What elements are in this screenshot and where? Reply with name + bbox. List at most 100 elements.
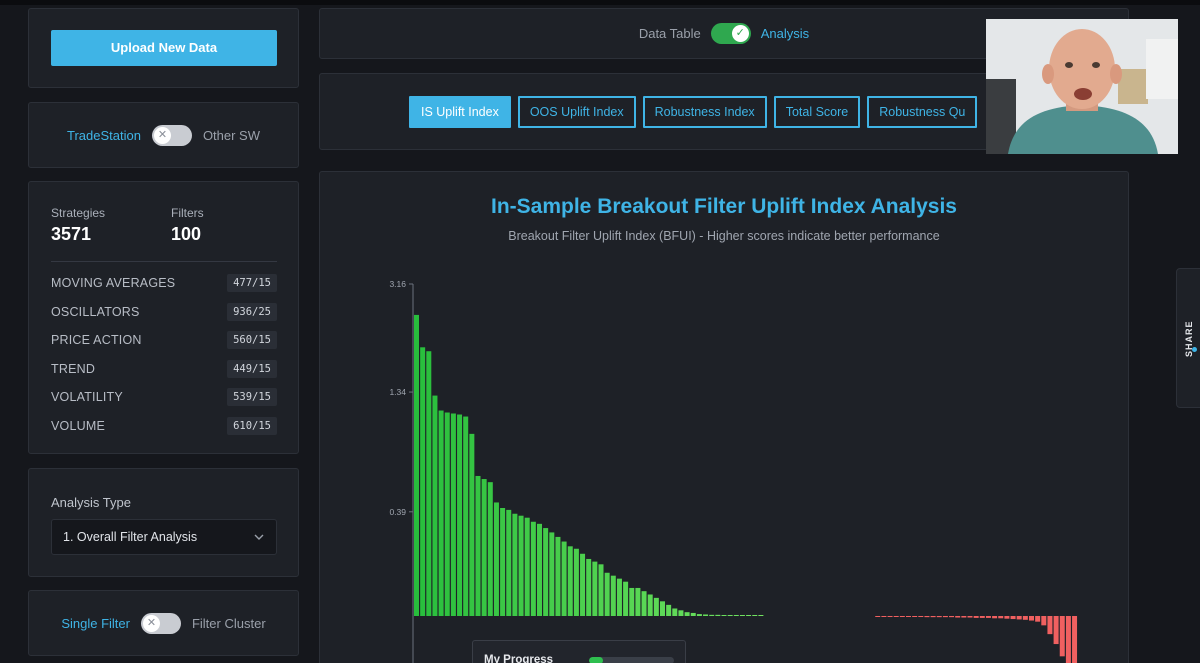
- bar[interactable]: [450, 413, 456, 616]
- bar[interactable]: [703, 614, 709, 616]
- bar[interactable]: [616, 578, 622, 616]
- bar[interactable]: [438, 410, 444, 616]
- analysis-type-select[interactable]: 1. Overall Filter Analysis: [51, 519, 277, 555]
- bar[interactable]: [985, 616, 991, 618]
- bar[interactable]: [912, 616, 918, 617]
- tab-oos-uplift-index[interactable]: OOS Uplift Index: [517, 96, 636, 128]
- bar[interactable]: [899, 616, 905, 617]
- other-sw-label[interactable]: Other SW: [203, 128, 260, 143]
- bar[interactable]: [1059, 616, 1065, 657]
- bar[interactable]: [1041, 616, 1047, 626]
- bar[interactable]: [721, 615, 727, 616]
- bar[interactable]: [432, 395, 438, 616]
- bar[interactable]: [758, 615, 764, 616]
- tab-robustness-quality[interactable]: Robustness Qu: [867, 96, 978, 128]
- bar[interactable]: [887, 616, 893, 617]
- bar[interactable]: [955, 616, 961, 618]
- bar[interactable]: [918, 616, 924, 617]
- bar[interactable]: [444, 412, 450, 616]
- bar[interactable]: [487, 482, 493, 616]
- share-side-tab[interactable]: SHARE: [1176, 268, 1200, 408]
- bar[interactable]: [998, 616, 1004, 619]
- bar[interactable]: [623, 581, 629, 616]
- bar[interactable]: [647, 594, 653, 616]
- bar[interactable]: [586, 558, 592, 616]
- bar[interactable]: [739, 615, 745, 616]
- data-table-label[interactable]: Data Table: [639, 26, 701, 41]
- bar[interactable]: [506, 509, 512, 616]
- bar[interactable]: [1016, 616, 1022, 620]
- tradestation-label[interactable]: TradeStation: [67, 128, 141, 143]
- analysis-label[interactable]: Analysis: [761, 26, 809, 41]
- bar[interactable]: [493, 502, 499, 616]
- bar[interactable]: [678, 610, 684, 616]
- bar[interactable]: [641, 591, 647, 616]
- bar[interactable]: [604, 572, 610, 616]
- view-mode-toggle-switch[interactable]: ✓: [710, 23, 751, 44]
- bar[interactable]: [580, 553, 586, 616]
- bar[interactable]: [924, 616, 930, 618]
- tab-total-score[interactable]: Total Score: [773, 96, 861, 128]
- platform-toggle-switch[interactable]: ✕: [151, 124, 192, 146]
- bar[interactable]: [936, 616, 942, 618]
- filter-mode-toggle-switch[interactable]: ✕: [140, 612, 181, 634]
- single-filter-label[interactable]: Single Filter: [61, 616, 130, 631]
- bar[interactable]: [414, 314, 419, 616]
- bar[interactable]: [1053, 616, 1059, 645]
- bar[interactable]: [930, 616, 936, 618]
- bar[interactable]: [881, 616, 887, 617]
- bar[interactable]: [524, 517, 530, 616]
- bar[interactable]: [949, 616, 955, 618]
- bar[interactable]: [555, 536, 561, 616]
- bar[interactable]: [512, 513, 518, 616]
- bar[interactable]: [696, 614, 702, 616]
- bar[interactable]: [592, 561, 598, 616]
- bar[interactable]: [893, 616, 899, 617]
- bar[interactable]: [567, 546, 573, 616]
- bar[interactable]: [992, 616, 998, 619]
- bar[interactable]: [463, 416, 469, 616]
- bar[interactable]: [875, 616, 881, 617]
- bar[interactable]: [629, 587, 635, 616]
- tab-robustness-index[interactable]: Robustness Index: [642, 96, 767, 128]
- bar[interactable]: [561, 541, 567, 616]
- bar[interactable]: [1065, 616, 1071, 663]
- bar[interactable]: [906, 616, 911, 617]
- my-progress-widget[interactable]: My Progress: [472, 640, 686, 663]
- bar[interactable]: [690, 612, 696, 616]
- bar[interactable]: [961, 616, 967, 618]
- bar[interactable]: [752, 615, 758, 616]
- bar[interactable]: [420, 347, 426, 616]
- filter-cluster-label[interactable]: Filter Cluster: [192, 616, 266, 631]
- bar[interactable]: [715, 614, 721, 616]
- bar[interactable]: [426, 351, 432, 616]
- bar[interactable]: [1072, 616, 1078, 663]
- bar[interactable]: [457, 414, 463, 616]
- bar[interactable]: [543, 528, 549, 616]
- bar[interactable]: [549, 532, 555, 616]
- bar[interactable]: [973, 616, 979, 618]
- bar[interactable]: [672, 608, 678, 616]
- bar[interactable]: [709, 614, 715, 616]
- bar[interactable]: [942, 616, 948, 618]
- bar[interactable]: [979, 616, 985, 618]
- bar[interactable]: [500, 507, 506, 616]
- bar[interactable]: [666, 604, 672, 616]
- bar[interactable]: [684, 612, 690, 616]
- bar[interactable]: [733, 615, 739, 616]
- bar[interactable]: [1035, 616, 1041, 622]
- bar[interactable]: [1022, 616, 1028, 620]
- bar[interactable]: [660, 601, 665, 616]
- bar[interactable]: [475, 475, 481, 616]
- bar[interactable]: [1047, 616, 1053, 635]
- bar[interactable]: [598, 564, 604, 616]
- tab-is-uplift-index[interactable]: IS Uplift Index: [409, 96, 511, 128]
- bar[interactable]: [1010, 616, 1016, 620]
- bar[interactable]: [537, 523, 542, 616]
- bar[interactable]: [573, 548, 579, 616]
- bar[interactable]: [727, 615, 733, 616]
- bar[interactable]: [635, 587, 641, 616]
- bar[interactable]: [746, 615, 752, 616]
- upload-new-data-button[interactable]: Upload New Data: [51, 30, 277, 66]
- bar[interactable]: [518, 515, 524, 616]
